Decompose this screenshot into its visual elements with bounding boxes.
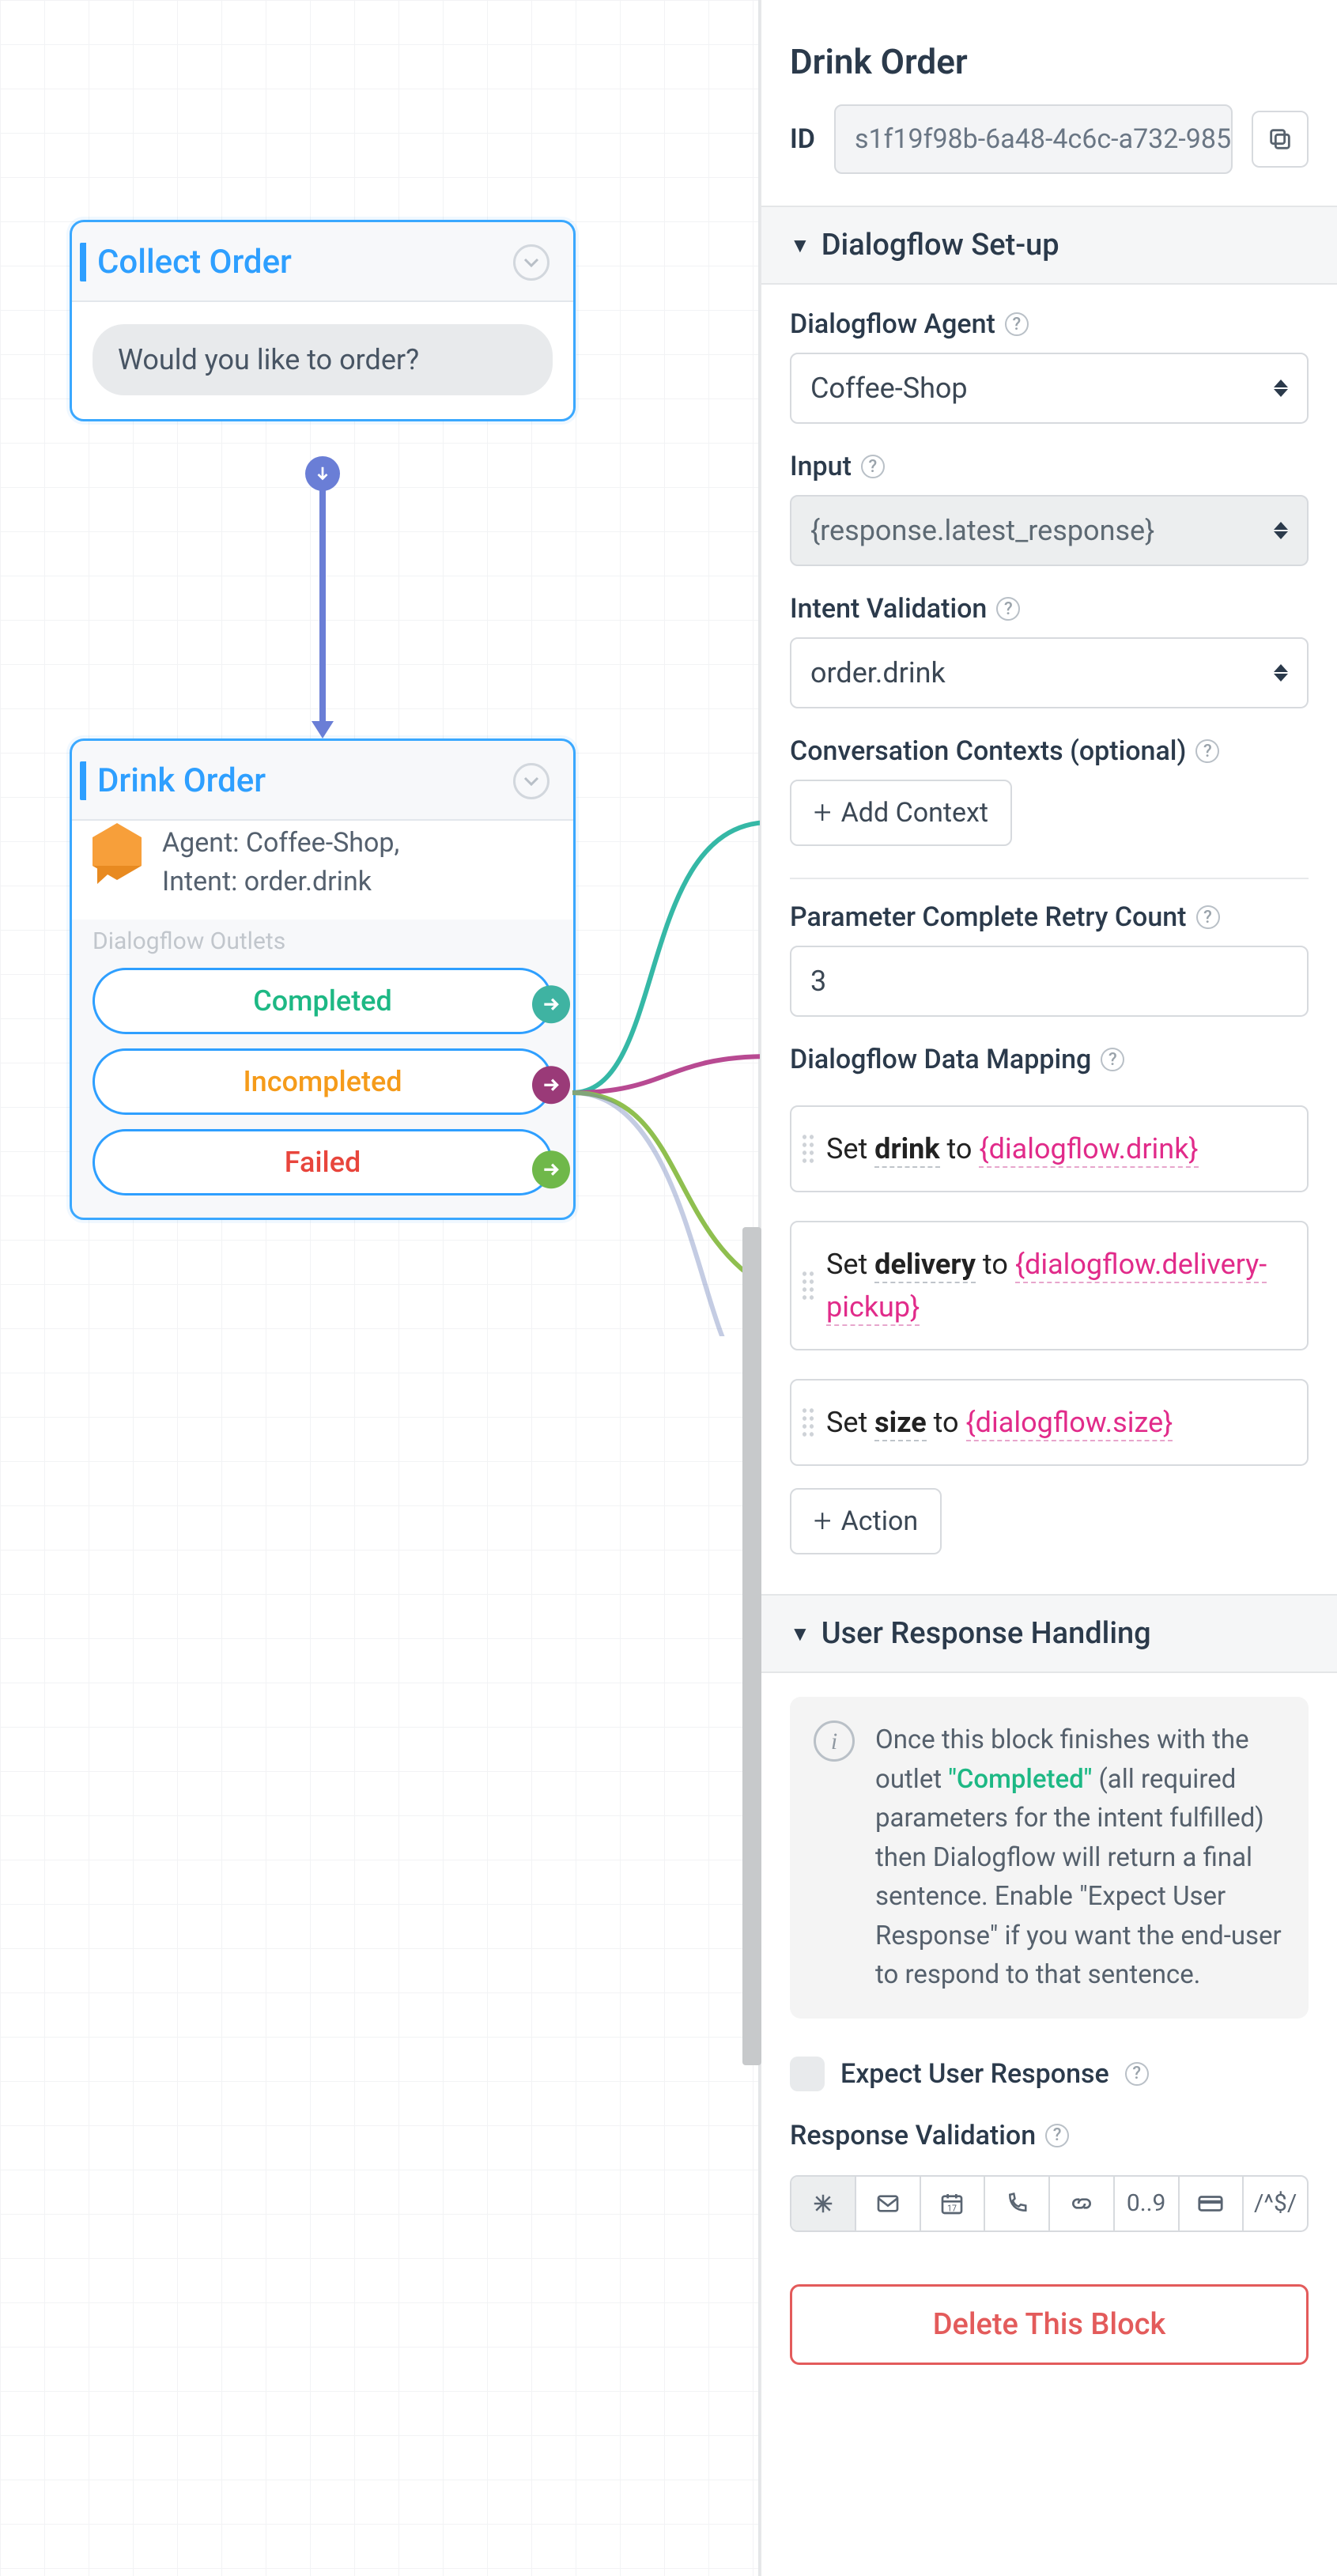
phone-icon [1005, 2192, 1029, 2215]
node-collect-order[interactable]: Collect Order Would you like to order? [70, 220, 576, 421]
outlet-completed[interactable]: Completed [72, 968, 573, 1048]
panel-title: Drink Order [790, 41, 1309, 82]
drag-handle-icon[interactable] [801, 1270, 815, 1301]
validation-tab-phone[interactable] [985, 2177, 1050, 2230]
node-title: Collect Order [80, 243, 292, 281]
intent-select[interactable]: order.drink [790, 637, 1309, 708]
id-label: ID [790, 123, 815, 155]
mapping-row[interactable]: Set delivery to {dialogflow.delivery-pic… [790, 1221, 1309, 1350]
id-value: s1f19f98b-6a48-4c6c-a732-985 [834, 104, 1233, 174]
agent-intent-text: Agent: Coffee-Shop, Intent: order.drink [162, 824, 399, 902]
section-dialogflow-setup[interactable]: ▼ Dialogflow Set-up [761, 206, 1337, 285]
node-drink-order[interactable]: Drink Order Agent: Coffee-Shop, Intent: … [70, 738, 576, 1220]
connector-start[interactable] [305, 456, 340, 491]
validation-tab-link[interactable] [1050, 2177, 1115, 2230]
outlets-label: Dialogflow Outlets [72, 920, 573, 968]
validation-tab-any[interactable] [791, 2177, 856, 2230]
flow-canvas[interactable]: Collect Order Would you like to order? D… [0, 0, 760, 2576]
outlet-failed[interactable]: Failed [72, 1129, 573, 1218]
intent-label: Intent Validation? [790, 593, 1309, 625]
scrollbar[interactable] [742, 1227, 761, 2065]
outlet-handle[interactable] [532, 1066, 570, 1104]
expect-response-checkbox[interactable] [790, 2057, 825, 2091]
retry-label: Parameter Complete Retry Count? [790, 901, 1309, 933]
select-arrows-icon [1274, 664, 1288, 682]
help-icon[interactable]: ? [1005, 312, 1029, 336]
svg-text:17: 17 [947, 2203, 957, 2213]
inspector-panel: Drink Order ID s1f19f98b-6a48-4c6c-a732-… [760, 0, 1337, 2576]
help-icon[interactable]: ? [1195, 739, 1219, 763]
drag-handle-icon[interactable] [801, 1407, 815, 1438]
mapping-list: Set drink to {dialogflow.drink} Set deli… [761, 1105, 1337, 1466]
arrow-right-icon [541, 1159, 561, 1180]
validation-tab-number[interactable]: 0..9 [1115, 2177, 1180, 2230]
validation-tab-email[interactable] [856, 2177, 921, 2230]
drag-handle-icon[interactable] [801, 1133, 815, 1165]
help-icon[interactable]: ? [1101, 1048, 1124, 1071]
validation-tab-date[interactable]: 17 [921, 2177, 986, 2230]
calendar-icon: 17 [939, 2191, 965, 2216]
copy-id-button[interactable] [1252, 111, 1309, 168]
validation-tab-card[interactable] [1180, 2177, 1244, 2230]
link-icon [1069, 2191, 1094, 2216]
chevron-down-icon [522, 772, 541, 791]
info-box: i Once this block finishes with the outl… [790, 1697, 1309, 2019]
arrow-right-icon [541, 1075, 561, 1095]
add-action-button[interactable]: + Action [790, 1488, 942, 1554]
prompt-text: Would you like to order? [93, 324, 553, 395]
contexts-label: Conversation Contexts (optional)? [790, 735, 1309, 767]
help-icon[interactable]: ? [1125, 2062, 1149, 2086]
divider [790, 878, 1309, 879]
asterisk-icon [811, 2192, 835, 2215]
collapse-toggle[interactable] [513, 244, 550, 281]
validation-label: Response Validation? [790, 2120, 1309, 2151]
select-arrows-icon [1274, 380, 1288, 397]
add-context-button[interactable]: + Add Context [790, 780, 1012, 846]
input-label: Input? [790, 451, 1309, 482]
copy-icon [1267, 126, 1294, 153]
plus-icon: + [814, 805, 832, 821]
node-title: Drink Order [80, 761, 266, 800]
help-icon[interactable]: ? [861, 455, 885, 478]
plus-icon: + [814, 1513, 832, 1529]
mapping-row[interactable]: Set drink to {dialogflow.drink} [790, 1105, 1309, 1192]
caret-down-icon: ▼ [790, 1622, 810, 1646]
section-user-response[interactable]: ▼ User Response Handling [761, 1594, 1337, 1673]
input-select[interactable]: {response.latest_response} [790, 495, 1309, 566]
help-icon[interactable]: ? [996, 597, 1020, 621]
arrow-right-icon [541, 994, 561, 1014]
card-icon [1197, 2190, 1224, 2217]
mapping-row[interactable]: Set size to {dialogflow.size} [790, 1379, 1309, 1466]
edge-curve [572, 814, 770, 1336]
collapse-toggle[interactable] [513, 763, 550, 799]
delete-block-button[interactable]: Delete This Block [790, 2284, 1309, 2365]
dialogflow-icon [93, 824, 142, 879]
mapping-label: Dialogflow Data Mapping? [790, 1044, 1309, 1075]
agent-label: Dialogflow Agent? [790, 308, 1309, 340]
outlet-incompleted[interactable]: Incompleted [72, 1048, 573, 1129]
chevron-down-icon [522, 253, 541, 272]
validation-tab-regex[interactable]: /^$/ [1244, 2177, 1307, 2230]
help-icon[interactable]: ? [1045, 2124, 1069, 2147]
info-icon: i [814, 1720, 855, 1762]
connector-line [319, 489, 326, 723]
agent-select[interactable]: Coffee-Shop [790, 353, 1309, 424]
mail-icon [875, 2191, 901, 2216]
validation-tabs: 17 0..9 /^$/ [790, 2175, 1309, 2232]
outlet-handle[interactable] [532, 985, 570, 1023]
caret-down-icon: ▼ [790, 233, 810, 258]
outlet-handle[interactable] [532, 1150, 570, 1188]
retry-input[interactable]: 3 [790, 946, 1309, 1017]
help-icon[interactable]: ? [1196, 905, 1220, 929]
arrow-down-icon [314, 465, 331, 482]
select-arrows-icon [1274, 522, 1288, 539]
expect-response-label: Expect User Response [840, 2058, 1109, 2090]
connector-arrowhead-icon [312, 721, 334, 738]
